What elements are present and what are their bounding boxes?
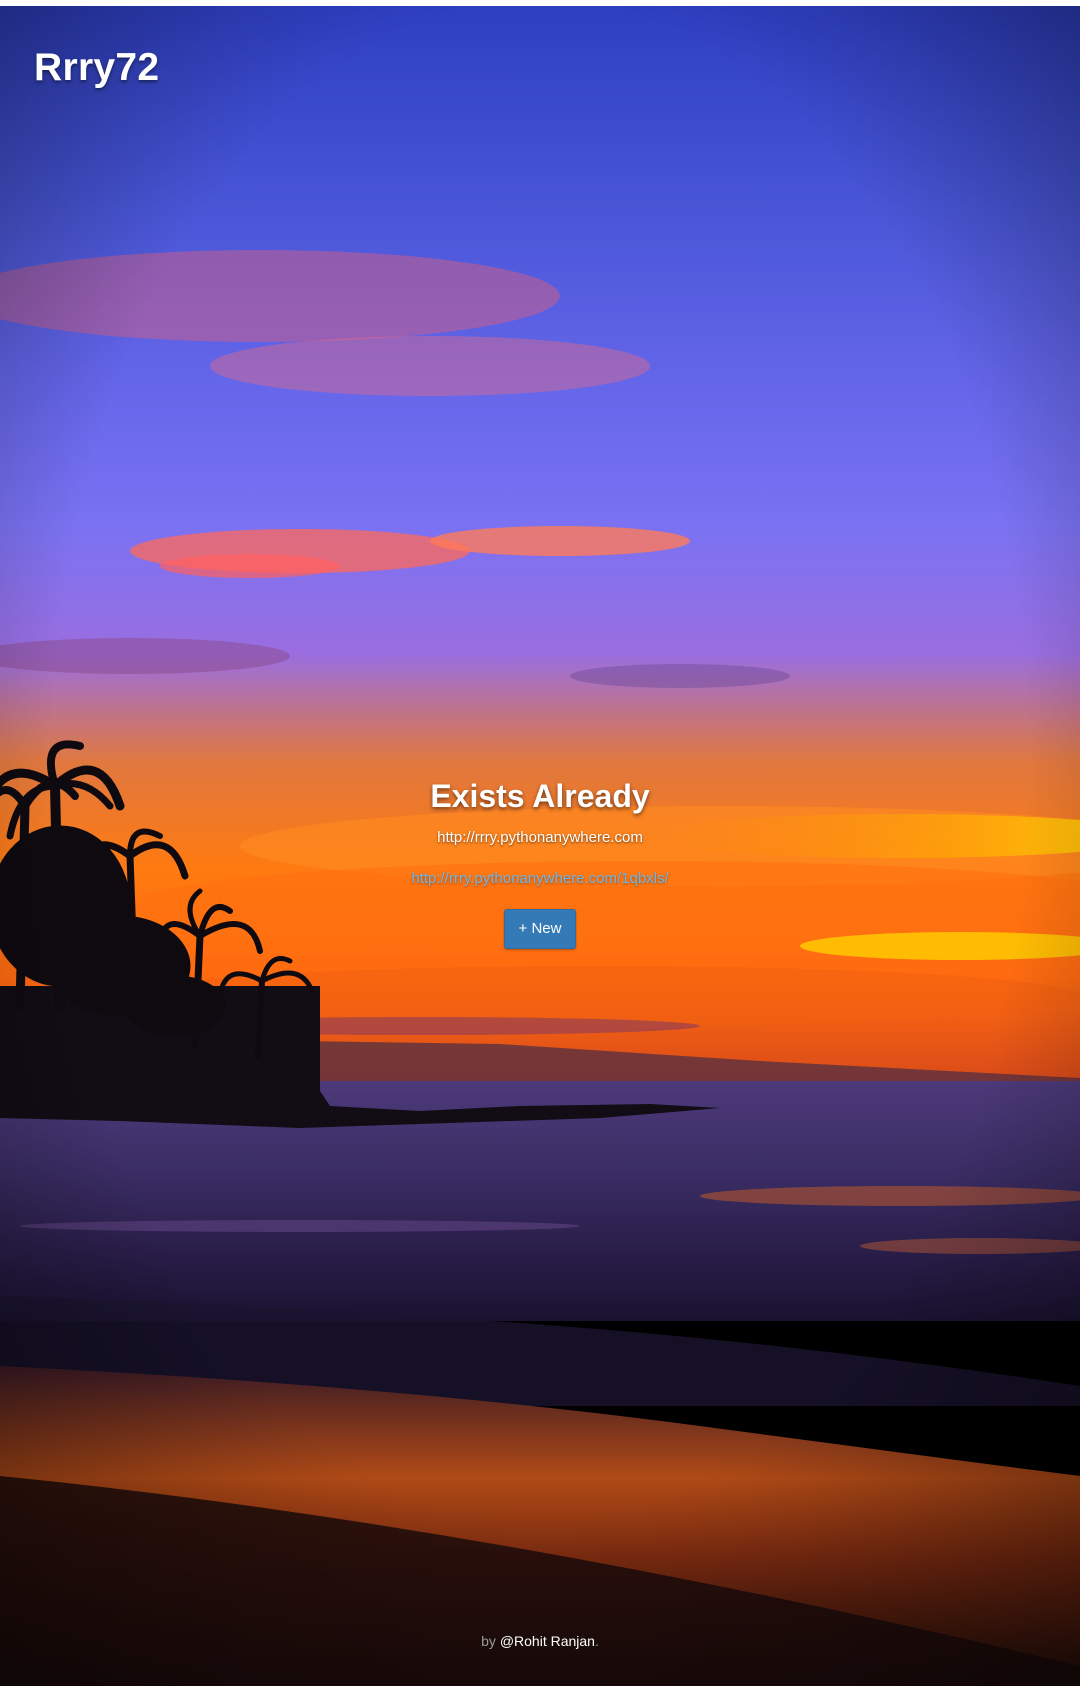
- author-link[interactable]: @Rohit Ranjan: [500, 1633, 595, 1649]
- footer: by @Rohit Ranjan.: [0, 1633, 1080, 1649]
- footer-suffix: .: [594, 1633, 599, 1649]
- brand-title[interactable]: Rrry72: [34, 46, 159, 90]
- page: Rrry72 Exists Already http://rrry.python…: [0, 0, 1080, 1686]
- page-title: Exists Already: [430, 778, 650, 814]
- site-url-text: http://rrry.pythonanywhere.com: [437, 829, 643, 846]
- footer-prefix: by: [481, 1633, 496, 1649]
- main-panel: Exists Already http://rrry.pythonanywher…: [0, 776, 1080, 949]
- new-button[interactable]: + New: [503, 909, 577, 949]
- short-url-link[interactable]: http://rrry.pythonanywhere.com/1qbxls/: [411, 869, 668, 889]
- button-row: + New: [0, 909, 1080, 949]
